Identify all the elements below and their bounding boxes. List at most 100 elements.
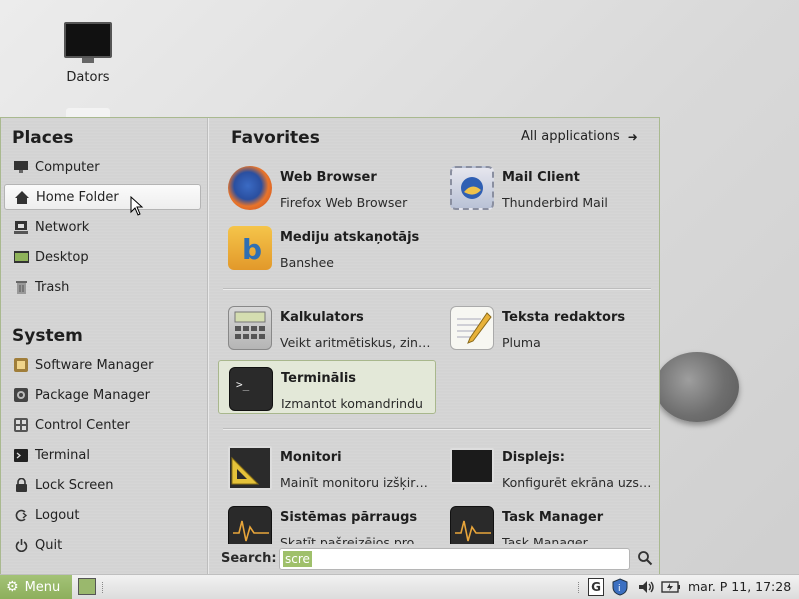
desktop-icon: [13, 249, 29, 265]
mint-logo-icon: [655, 352, 739, 422]
places-title: Places: [12, 128, 74, 148]
place-item-label: Desktop: [35, 249, 89, 265]
place-item-label: Network: [35, 219, 90, 235]
clock[interactable]: mar. P 11, 17:28: [688, 579, 791, 594]
app-text-editor[interactable]: Teksta redaktors Pluma: [440, 300, 658, 354]
trash-icon: [13, 279, 29, 295]
lock-icon: [13, 477, 29, 493]
calculator-icon: [228, 306, 272, 350]
system-item-logout[interactable]: Logout: [4, 502, 201, 528]
app-system-monitor[interactable]: Sistēmas pārraugs Skatīt pašreizējos pro…: [218, 500, 436, 544]
terminal-icon: [13, 447, 29, 463]
place-item-label: Trash: [35, 279, 70, 295]
section-separator: [223, 428, 651, 430]
app-name: Web Browser: [280, 170, 377, 185]
app-name: Monitori: [280, 450, 342, 465]
arrow-right-icon: ➜: [627, 129, 638, 144]
app-desc: Pluma: [502, 335, 541, 350]
menu-left-pane: Places Computer Home Folder Network Desk…: [1, 118, 208, 575]
monitor-settings-icon: [228, 446, 272, 490]
app-name: Task Manager: [502, 510, 604, 525]
search-input[interactable]: scre: [279, 548, 630, 570]
place-item-label: Computer: [35, 159, 100, 175]
monitor-icon: [64, 22, 112, 63]
app-media-player[interactable]: b Mediju atskaņotājs Banshee: [218, 220, 436, 274]
system-item-label: Quit: [35, 537, 63, 553]
application-menu: Places Computer Home Folder Network Desk…: [0, 117, 660, 575]
system-item-quit[interactable]: Quit: [4, 532, 201, 558]
menu-button[interactable]: ⚙ Menu: [0, 575, 72, 599]
taskbar: ⚙ Menu G i mar. P 11, 17:28: [0, 574, 799, 599]
app-desc: Task Manager: [502, 535, 588, 544]
system-item-lock-screen[interactable]: Lock Screen: [4, 472, 201, 498]
system-item-label: Lock Screen: [35, 477, 114, 493]
shield-icon[interactable]: i: [610, 578, 630, 596]
task-manager-icon: [450, 506, 494, 544]
g-tray-icon[interactable]: G: [588, 578, 604, 596]
taskbar-separator: [578, 582, 580, 593]
firefox-icon: [228, 166, 272, 210]
svg-text:i: i: [618, 584, 621, 594]
search-label: Search:: [221, 551, 277, 566]
display-icon: [450, 448, 494, 484]
software-manager-icon: [13, 357, 29, 373]
app-calculator[interactable]: Kalkulators Veikt aritmētiskus, zinā...: [218, 300, 436, 354]
app-desc: Skatīt pašreizējos proc...: [280, 535, 432, 544]
app-desc: Veikt aritmētiskus, zinā...: [280, 335, 432, 350]
system-item-label: Control Center: [35, 417, 130, 433]
place-item-network[interactable]: Network: [4, 214, 201, 240]
mouse-cursor-icon: [130, 195, 144, 220]
app-terminal[interactable]: >_ Terminālis Izmantot komandrindu: [218, 360, 436, 414]
menu-button-label: Menu: [24, 579, 61, 595]
place-item-home-folder[interactable]: Home Folder: [4, 184, 201, 210]
banshee-icon: b: [228, 226, 272, 270]
volume-icon[interactable]: [636, 578, 658, 596]
system-item-control-center[interactable]: Control Center: [4, 412, 201, 438]
desktop-computer-icon[interactable]: Dators: [52, 22, 124, 85]
system-item-label: Terminal: [35, 447, 90, 463]
system-item-label: Package Manager: [35, 387, 151, 403]
logout-icon: [13, 507, 29, 523]
place-item-computer[interactable]: Computer: [4, 154, 201, 180]
section-separator: [223, 288, 651, 290]
app-name: Sistēmas pārraugs: [280, 510, 418, 525]
app-desc: Thunderbird Mail: [502, 195, 608, 210]
system-item-software-manager[interactable]: Software Manager: [4, 352, 201, 378]
thunderbird-icon: [450, 166, 494, 210]
place-item-label: Home Folder: [36, 189, 119, 205]
app-task-manager[interactable]: Task Manager Task Manager: [440, 500, 658, 544]
app-desc: Banshee: [280, 255, 334, 270]
app-mail-client[interactable]: Mail Client Thunderbird Mail: [440, 160, 658, 214]
search-input-value: scre: [283, 551, 312, 567]
desktop-computer-label: Dators: [66, 70, 110, 85]
app-display[interactable]: Displejs: Konfigurēt ekrāna uzst...: [440, 440, 658, 494]
control-center-icon: [13, 417, 29, 433]
all-applications-button[interactable]: All applications ➜: [521, 129, 638, 144]
system-item-terminal[interactable]: Terminal: [4, 442, 201, 468]
place-item-desktop[interactable]: Desktop: [4, 244, 201, 270]
text-editor-icon: [450, 306, 494, 350]
computer-icon: [13, 159, 29, 175]
gear-icon: ⚙: [6, 579, 19, 595]
place-item-trash[interactable]: Trash: [4, 274, 201, 300]
all-applications-label: All applications: [521, 129, 620, 144]
terminal-app-icon: >_: [229, 367, 273, 411]
network-icon: [13, 219, 29, 235]
app-monitors[interactable]: Monitori Mainīt monitoru izšķirts...: [218, 440, 436, 494]
app-name: Displejs:: [502, 450, 565, 465]
taskbar-separator: [102, 582, 104, 593]
app-name: Terminālis: [281, 371, 357, 386]
search-icon[interactable]: [637, 550, 653, 566]
app-desc: Firefox Web Browser: [280, 195, 408, 210]
system-item-package-manager[interactable]: Package Manager: [4, 382, 201, 408]
battery-icon[interactable]: [660, 578, 682, 596]
app-name: Mediju atskaņotājs: [280, 230, 420, 245]
system-title: System: [12, 326, 83, 346]
system-item-label: Software Manager: [35, 357, 154, 373]
show-desktop-icon[interactable]: [78, 578, 96, 595]
app-desc: Izmantot komandrindu: [281, 396, 423, 411]
app-web-browser[interactable]: Web Browser Firefox Web Browser: [218, 160, 436, 214]
favorites-title: Favorites: [231, 128, 320, 148]
svg-text:>_: >_: [236, 378, 250, 391]
app-name: Mail Client: [502, 170, 580, 185]
